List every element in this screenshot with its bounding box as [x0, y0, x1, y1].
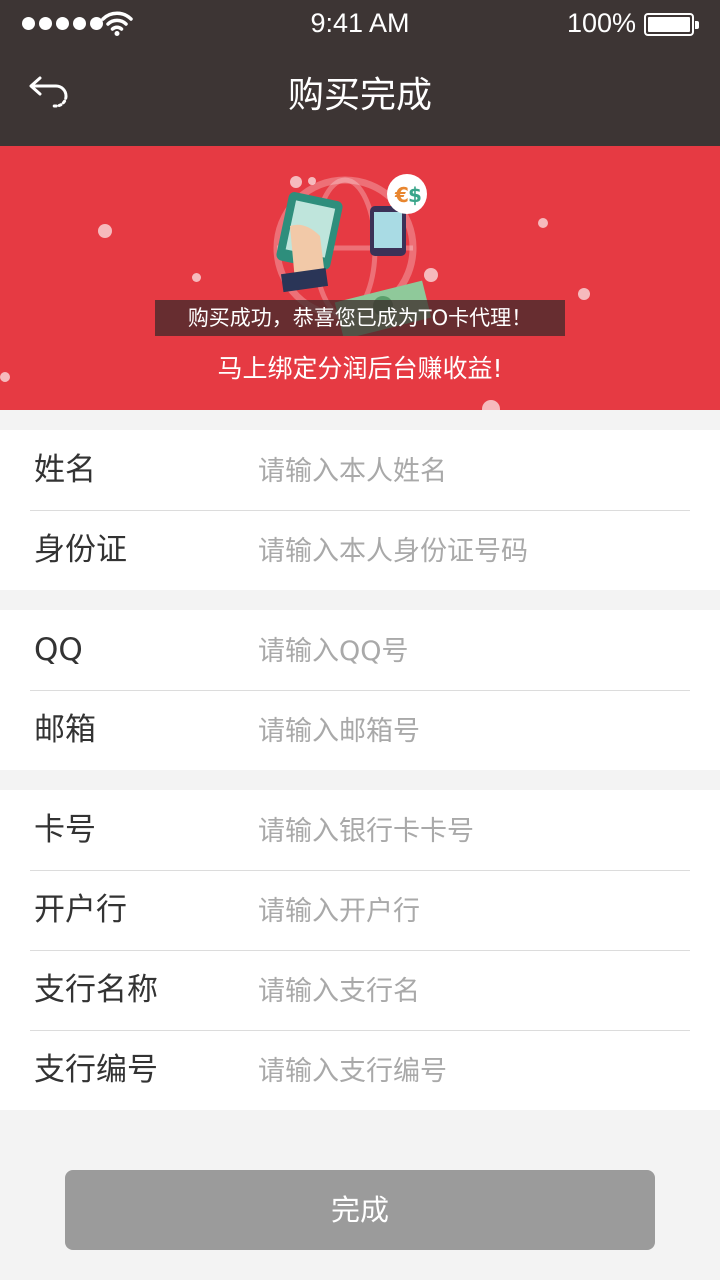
header: 9:41 AM 100% 购买完成 [0, 0, 720, 146]
email-input[interactable] [258, 710, 688, 752]
branch-code-row: 支行编号 [0, 1030, 720, 1110]
snow-dot [578, 288, 590, 300]
snow-dot [192, 273, 201, 282]
branch-name-row: 支行名称 [0, 950, 720, 1030]
identity-group: 姓名 身份证 [0, 430, 720, 590]
card-number-row: 卡号 [0, 790, 720, 870]
card-number-label: 卡号 [34, 812, 96, 848]
qq-row: QQ [0, 610, 720, 690]
purchase-success-message: 购买成功，恭喜您已成为TO卡代理！ [155, 300, 565, 336]
branch-name-input[interactable] [258, 970, 688, 1012]
contact-group: QQ 邮箱 [0, 610, 720, 770]
bank-group: 卡号 开户行 支行名称 支行编号 [0, 790, 720, 1110]
page-title: 购买完成 [287, 75, 432, 116]
name-row: 姓名 [0, 430, 720, 510]
bank-input[interactable] [258, 890, 688, 932]
snow-dot [538, 218, 548, 228]
status-bar: 9:41 AM 100% [0, 0, 720, 48]
qq-label: QQ [34, 632, 83, 668]
name-label: 姓名 [34, 452, 96, 488]
battery-icon [644, 13, 699, 36]
svg-text:€: € [394, 183, 409, 207]
email-label: 邮箱 [34, 712, 96, 748]
qq-input[interactable] [258, 630, 688, 672]
id-card-input[interactable] [258, 530, 688, 572]
branch-name-label: 支行名称 [34, 972, 158, 1008]
success-banner: € $ 购买成功，恭喜您已成为TO卡代理！ 马上绑定分润后台赚收益! [0, 146, 720, 410]
branch-code-label: 支行编号 [34, 1052, 158, 1088]
name-input[interactable] [258, 450, 688, 492]
svg-text:$: $ [408, 183, 422, 207]
snow-dot [482, 400, 500, 410]
bank-label: 开户行 [34, 892, 127, 928]
bank-row: 开户行 [0, 870, 720, 950]
battery-percentage: 100% [566, 8, 636, 38]
bind-profit-message: 马上绑定分润后台赚收益! [217, 354, 503, 383]
id-card-label: 身份证 [34, 532, 127, 568]
email-row: 邮箱 [0, 690, 720, 770]
id-card-row: 身份证 [0, 510, 720, 590]
branch-code-input[interactable] [258, 1050, 688, 1092]
snow-dot [98, 224, 112, 238]
complete-button[interactable]: 完成 [65, 1170, 655, 1250]
card-number-input[interactable] [258, 810, 688, 852]
